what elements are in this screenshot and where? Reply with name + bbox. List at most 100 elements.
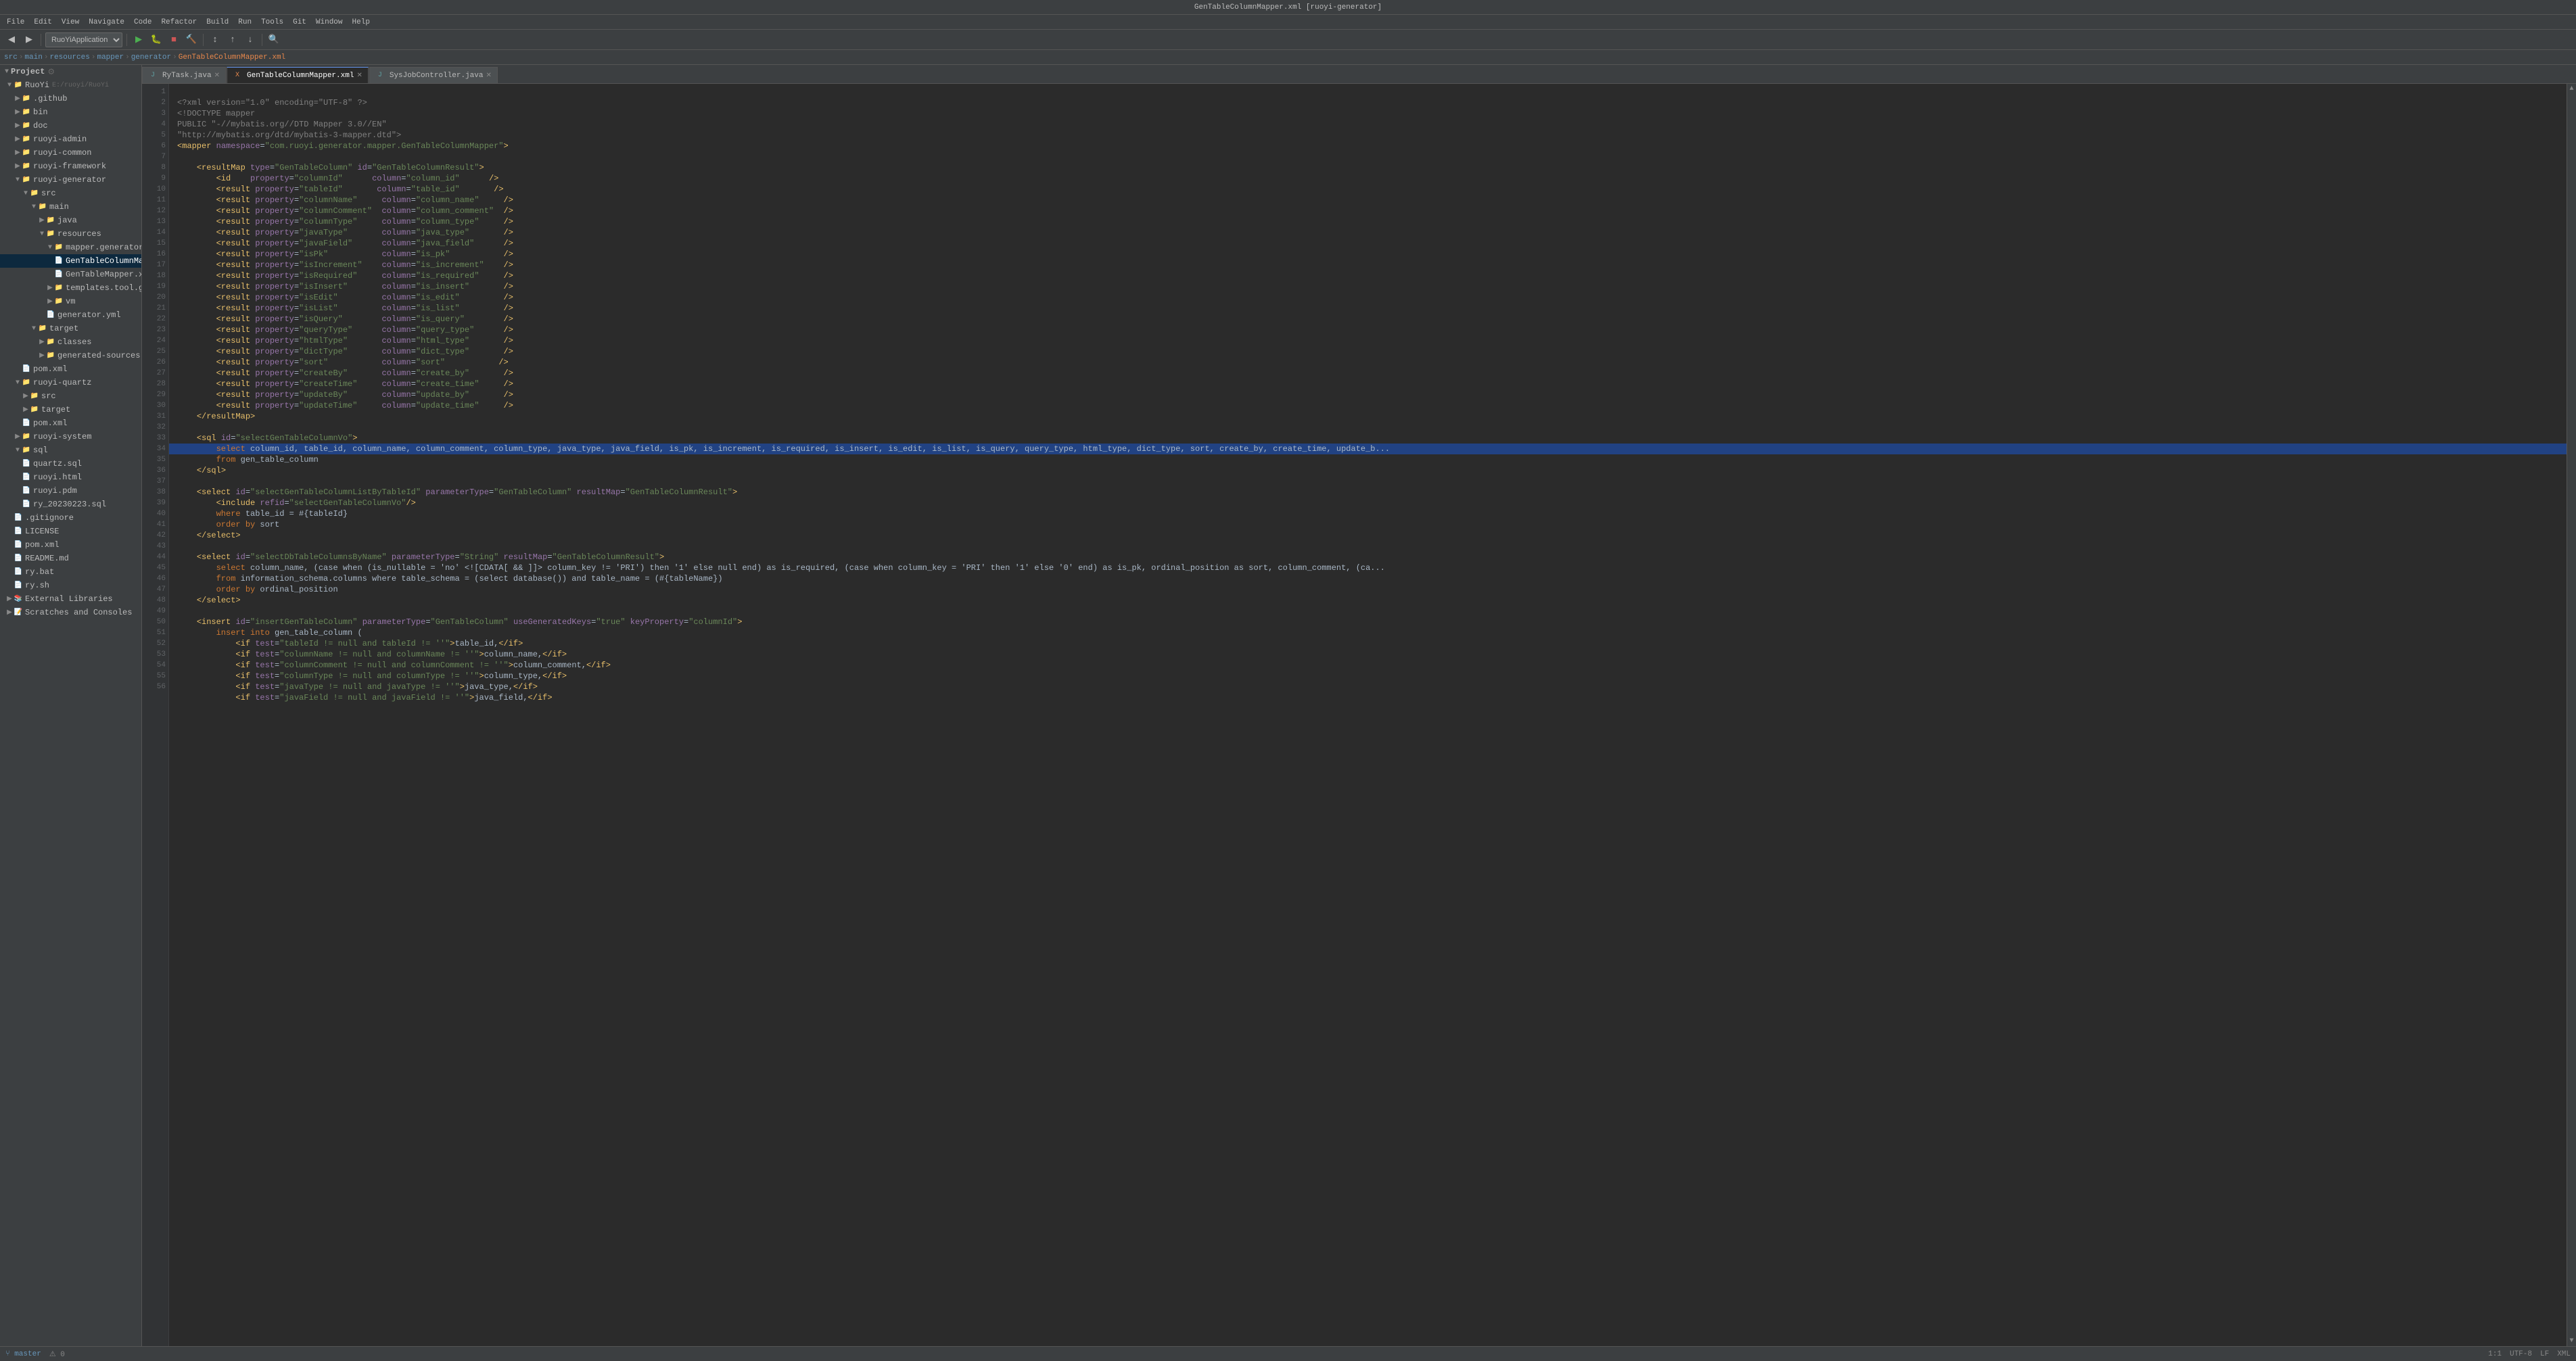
tree-item-vm[interactable]: ▶ 📁 vm bbox=[0, 295, 141, 308]
folder-icon-ruoyi: 📁 bbox=[14, 80, 23, 90]
tree-item-target[interactable]: ▼ 📁 target bbox=[0, 322, 141, 335]
line-ending[interactable]: LF bbox=[2540, 1350, 2549, 1358]
tree-item-generator-yml[interactable]: 📄 generator.yml bbox=[0, 308, 141, 322]
git-pull-btn[interactable]: ↓ bbox=[243, 32, 258, 47]
tree-item-bin[interactable]: ▶ 📁 bin bbox=[0, 105, 141, 119]
tree-item-pom-gen[interactable]: 📄 pom.xml bbox=[0, 362, 141, 376]
app-selector[interactable]: RuoYiApplication bbox=[45, 32, 122, 47]
tab-close-gentablecolumn[interactable]: ✕ bbox=[356, 72, 362, 80]
right-scrollbar[interactable]: ▲ ▼ bbox=[2567, 84, 2576, 1346]
menu-item-refactor[interactable]: Refactor bbox=[157, 17, 201, 28]
tree-item-gitignore[interactable]: 📄 .gitignore bbox=[0, 511, 141, 525]
breadcrumb-item-generator[interactable]: generator bbox=[131, 53, 171, 62]
tree-item-gentablecolumnmapper[interactable]: 📄 GenTableColumnMapper.xml bbox=[0, 254, 141, 268]
readme-icon: 📄 bbox=[14, 554, 23, 563]
breadcrumb-item-mapper[interactable]: mapper bbox=[97, 53, 124, 62]
line-14: <result property="javaField" column="jav… bbox=[177, 239, 513, 248]
git-push-btn[interactable]: ↑ bbox=[225, 32, 240, 47]
menu-item-git[interactable]: Git bbox=[289, 17, 310, 28]
tree-item-ry-sh[interactable]: 📄 ry.sh bbox=[0, 579, 141, 592]
tree-item-resources[interactable]: ▼ 📁 resources bbox=[0, 227, 141, 241]
tab-icon-rytask: J bbox=[148, 71, 158, 80]
tree-item-pom-root[interactable]: 📄 pom.xml bbox=[0, 538, 141, 552]
tree-item-ruoyi-generator[interactable]: ▼ 📁 ruoyi-generator bbox=[0, 173, 141, 187]
folder-icon-quartz-src: 📁 bbox=[30, 391, 39, 401]
search-everywhere-btn[interactable]: 🔍 bbox=[266, 32, 281, 47]
tree-item-gentablemapper[interactable]: 📄 GenTableMapper.xml bbox=[0, 268, 141, 281]
breadcrumb-item-main[interactable]: main bbox=[24, 53, 42, 62]
menu-item-file[interactable]: File bbox=[3, 17, 28, 28]
menu-item-tools[interactable]: Tools bbox=[257, 17, 287, 28]
menu-item-build[interactable]: Build bbox=[202, 17, 233, 28]
folder-icon-quartz: 📁 bbox=[22, 378, 31, 387]
debug-btn[interactable]: 🐛 bbox=[149, 32, 164, 47]
tree-item-quartz-src[interactable]: ▶ 📁 src bbox=[0, 389, 141, 403]
tree-item-ruoyi-framework[interactable]: ▶ 📁 ruoyi-framework bbox=[0, 160, 141, 173]
tree-item-src[interactable]: ▼ 📁 src bbox=[0, 187, 141, 200]
tree-item-scratches[interactable]: ▶ 📝 Scratches and Consoles bbox=[0, 606, 141, 619]
tree-item-ruoyi-system[interactable]: ▶ 📁 ruoyi-system bbox=[0, 430, 141, 444]
tree-item-ry-bat[interactable]: 📄 ry.bat bbox=[0, 565, 141, 579]
tree-item-ruoyi-html[interactable]: 📄 ruoyi.html bbox=[0, 471, 141, 484]
breadcrumb-item-src[interactable]: src bbox=[4, 53, 18, 62]
tree-item-ruoyi-pdm[interactable]: 📄 ruoyi.pdm bbox=[0, 484, 141, 498]
menu-item-navigate[interactable]: Navigate bbox=[85, 17, 128, 28]
menu-item-code[interactable]: Code bbox=[130, 17, 156, 28]
tab-rytask[interactable]: J RyTask.java ✕ bbox=[142, 67, 226, 83]
menu-item-window[interactable]: Window bbox=[312, 17, 347, 28]
tree-item-mapper-gen[interactable]: ▼ 📁 mapper.generator bbox=[0, 241, 141, 254]
line-19: <result property="isEdit" column="is_edi… bbox=[177, 293, 513, 302]
gitignore-icon: 📄 bbox=[14, 513, 23, 523]
label-sql: sql bbox=[33, 446, 48, 455]
tree-item-ry-sql[interactable]: 📄 ry_20230223.sql bbox=[0, 498, 141, 511]
tree-item-pom-quartz[interactable]: 📄 pom.xml bbox=[0, 416, 141, 430]
tab-gentablecolumn[interactable]: X GenTableColumnMapper.xml ✕ bbox=[227, 67, 369, 83]
tab-close-rytask[interactable]: ✕ bbox=[214, 72, 220, 80]
label-gentablecolumnmapper: GenTableColumnMapper.xml bbox=[66, 256, 141, 266]
encoding[interactable]: UTF-8 bbox=[2510, 1350, 2532, 1358]
scroll-down-arrow[interactable]: ▼ bbox=[2568, 1336, 2575, 1346]
tree-item-ruoyi[interactable]: ▼ 📁 RuoYi E:/ruoyi/RuoYi bbox=[0, 78, 141, 92]
tree-item-templates[interactable]: ▶ 📁 templates.tool.gen bbox=[0, 281, 141, 295]
git-btn[interactable]: ↕ bbox=[208, 32, 223, 47]
code-area[interactable]: <?xml version="1.0" encoding="UTF-8" ?> … bbox=[169, 84, 2567, 1346]
menu-item-edit[interactable]: Edit bbox=[30, 17, 55, 28]
menu-item-help[interactable]: Help bbox=[348, 17, 374, 28]
tab-close-sysjob[interactable]: ✕ bbox=[486, 72, 491, 80]
tree-item-quartz-sql[interactable]: 📄 quartz.sql bbox=[0, 457, 141, 471]
line-21: <result property="isQuery" column="is_qu… bbox=[177, 314, 513, 324]
tree-item-ruoyi-common[interactable]: ▶ 📁 ruoyi-common bbox=[0, 146, 141, 160]
tab-sysjobcontroller[interactable]: J SysJobController.java ✕ bbox=[369, 67, 498, 83]
tree-item-github[interactable]: ▶ 📁 .github bbox=[0, 92, 141, 105]
forward-btn[interactable]: ▶ bbox=[22, 32, 37, 47]
tab-icon-gentablecolumn: X bbox=[233, 71, 242, 80]
tree-item-doc[interactable]: ▶ 📁 doc bbox=[0, 119, 141, 133]
menu-item-view[interactable]: View bbox=[57, 17, 83, 28]
tree-item-sql[interactable]: ▼ 📁 sql bbox=[0, 444, 141, 457]
tree-item-readme[interactable]: 📄 README.md bbox=[0, 552, 141, 565]
line-13: <result property="javaType" column="java… bbox=[177, 228, 513, 237]
tree-item-generated[interactable]: ▶ 📁 generated-sources bbox=[0, 349, 141, 362]
project-header[interactable]: ▼ Project ⚙ bbox=[0, 65, 141, 78]
build-btn[interactable]: 🔨 bbox=[184, 32, 199, 47]
tree-item-java[interactable]: ▶ 📁 java bbox=[0, 214, 141, 227]
back-btn[interactable]: ◀ bbox=[4, 32, 19, 47]
tree-item-license[interactable]: 📄 LICENSE bbox=[0, 525, 141, 538]
menu-item-run[interactable]: Run bbox=[234, 17, 256, 28]
tree-item-external-libs[interactable]: ▶ 📚 External Libraries bbox=[0, 592, 141, 606]
label-generator-yml: generator.yml bbox=[57, 310, 121, 320]
stop-btn[interactable]: ■ bbox=[166, 32, 181, 47]
arrow-vm: ▶ bbox=[46, 297, 54, 306]
run-btn[interactable]: ▶ bbox=[131, 32, 146, 47]
tree-item-classes[interactable]: ▶ 📁 classes bbox=[0, 335, 141, 349]
language[interactable]: XML bbox=[2557, 1350, 2571, 1358]
tree-item-quartz-target[interactable]: ▶ 📁 target bbox=[0, 403, 141, 416]
line-41: </select> bbox=[177, 531, 241, 540]
scroll-up-arrow[interactable]: ▲ bbox=[2568, 84, 2575, 94]
label-java: java bbox=[57, 216, 77, 225]
tree-item-ruoyi-admin[interactable]: ▶ 📁 ruoyi-admin bbox=[0, 133, 141, 146]
tree-item-ruoyi-quartz[interactable]: ▼ 📁 ruoyi-quartz bbox=[0, 376, 141, 389]
project-gear[interactable]: ⚙ bbox=[47, 67, 55, 77]
breadcrumb-item-resources[interactable]: resources bbox=[49, 53, 89, 62]
tree-item-main[interactable]: ▼ 📁 main bbox=[0, 200, 141, 214]
